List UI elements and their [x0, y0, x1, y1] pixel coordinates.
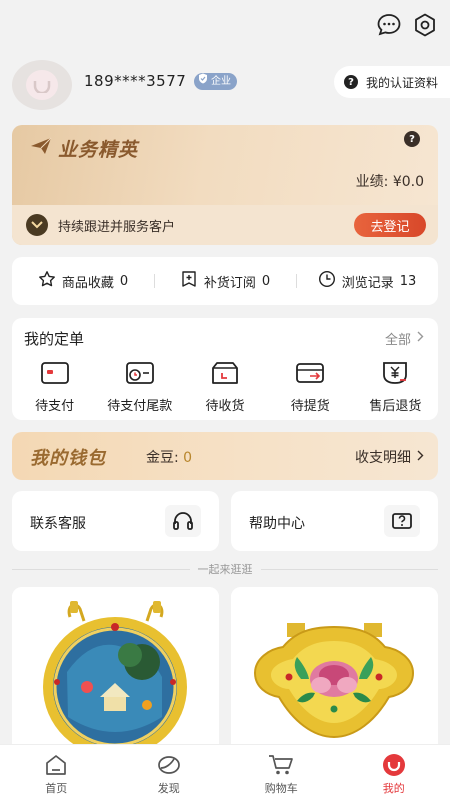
- shield-icon: [198, 73, 208, 90]
- tab-discover-label: 发现: [157, 782, 180, 795]
- section-divider: 一起来逛逛: [12, 561, 438, 577]
- tab-discover[interactable]: 发现: [113, 745, 226, 800]
- stats-card: 商品收藏 0 补货订阅 0 浏览记录 13: [12, 257, 438, 305]
- mine-icon: [381, 753, 407, 777]
- enterprise-badge-label: 企业: [211, 76, 231, 87]
- tab-mine[interactable]: 我的: [338, 745, 450, 800]
- stat-favorites-count: 0: [119, 273, 129, 289]
- order-pending-balance[interactable]: 待支付尾款: [97, 360, 182, 414]
- home-icon: [43, 753, 69, 777]
- chevron-right-icon: [417, 331, 424, 346]
- stat-restock-label: 补货订阅: [203, 275, 256, 291]
- elite-title: 业务精英: [30, 135, 138, 162]
- paper-plane-icon: [30, 137, 52, 160]
- tab-mine-label: 我的: [382, 782, 405, 795]
- order-after-sales[interactable]: 售后退货: [353, 360, 438, 414]
- stat-favorites-label: 商品收藏: [61, 275, 114, 291]
- stat-history[interactable]: 浏览记录 13: [296, 270, 438, 292]
- order-pending-receipt[interactable]: 待收货: [182, 360, 267, 414]
- order-pending-balance-label: 待支付尾款: [107, 399, 173, 414]
- performance: 业绩: ¥0.0: [356, 171, 424, 191]
- stat-history-count: 13: [399, 273, 417, 289]
- certification-button[interactable]: ? 我的认证资料: [333, 66, 450, 98]
- headset-icon: [165, 505, 201, 537]
- tab-home-label: 首页: [45, 782, 68, 795]
- pickup-card-icon: [295, 360, 325, 390]
- help-center-label: 帮助中心: [249, 516, 305, 532]
- orders-card: 我的定单 全部 待支付 待支付尾款 待收货 待提货 售后退货: [12, 318, 438, 420]
- elite-title-text: 业务精英: [58, 139, 139, 161]
- discover-icon: [156, 753, 182, 777]
- gold-beans-label: 金豆:: [146, 450, 184, 466]
- star-icon: [38, 270, 56, 292]
- transaction-detail-link[interactable]: 收支明细: [355, 447, 424, 467]
- divider-text: 一起来逛逛: [197, 563, 253, 576]
- stat-restock-count: 0: [261, 273, 271, 289]
- product-card-1[interactable]: [12, 587, 219, 757]
- order-pending-receipt-label: 待收货: [205, 399, 245, 414]
- help-question-icon: [384, 505, 420, 537]
- stat-favorites[interactable]: 商品收藏 0: [12, 270, 154, 292]
- gold-beans: 金豆: 0: [146, 447, 192, 467]
- question-icon: ?: [343, 75, 358, 89]
- order-after-sales-label: 售后退货: [369, 399, 422, 414]
- box-icon: [210, 360, 240, 390]
- order-pending-pickup-label: 待提货: [290, 399, 330, 414]
- orders-all-label: 全部: [384, 333, 411, 348]
- product-image-longevity-lock: [12, 587, 219, 757]
- contact-service-card[interactable]: 联系客服: [12, 491, 219, 551]
- gold-beans-value: 0: [183, 450, 193, 466]
- tab-cart[interactable]: 购物车: [225, 745, 338, 800]
- elite-help-icon[interactable]: ?: [404, 131, 420, 147]
- stat-history-label: 浏览记录: [341, 275, 394, 291]
- wallet-card-icon: [40, 360, 70, 390]
- avatar[interactable]: [12, 60, 72, 110]
- orders-title: 我的定单: [24, 330, 85, 348]
- elite-tip-text: 持续跟进并服务客户: [58, 219, 176, 235]
- performance-value: ¥0.0: [392, 174, 424, 190]
- order-pending-payment-label: 待支付: [35, 399, 75, 414]
- transaction-detail-label: 收支明细: [355, 450, 411, 466]
- chat-icon[interactable]: [376, 12, 402, 38]
- chevron-right-icon: [417, 449, 424, 465]
- order-pending-pickup[interactable]: 待提货: [268, 360, 353, 414]
- contact-service-label: 联系客服: [30, 516, 86, 532]
- settings-icon[interactable]: [412, 12, 438, 38]
- wallet-balance-icon: [125, 360, 155, 390]
- orders-all-link[interactable]: 全部: [385, 329, 424, 348]
- bottom-tab-bar: 首页 发现 购物车 我的: [0, 744, 450, 800]
- order-pending-payment[interactable]: 待支付: [12, 360, 97, 414]
- profile-row: 189****3577 企业 ? 我的认证资料: [0, 56, 450, 110]
- top-bar: [0, 0, 450, 52]
- tab-home[interactable]: 首页: [0, 745, 113, 800]
- phone-number: 189****3577: [84, 72, 187, 90]
- chevron-badge-icon: [26, 214, 48, 236]
- wallet-bar[interactable]: 我的钱包 金豆: 0 收支明细: [12, 432, 438, 480]
- enterprise-badge: 企业: [194, 73, 237, 90]
- product-card-2[interactable]: [231, 587, 438, 757]
- performance-label: 业绩:: [355, 174, 393, 190]
- business-elite-card: 业务精英 ? 业绩: ¥0.0 持续跟进并服务客户 去登记: [12, 125, 438, 245]
- stat-restock[interactable]: 补货订阅 0: [154, 270, 296, 292]
- bookmark-plus-icon: [180, 270, 198, 292]
- help-center-card[interactable]: 帮助中心: [231, 491, 438, 551]
- tab-cart-label: 购物车: [264, 782, 298, 795]
- refund-icon: [380, 360, 410, 390]
- cart-icon: [268, 753, 294, 777]
- register-button[interactable]: 去登记: [354, 213, 426, 237]
- wallet-title: 我的钱包: [30, 448, 106, 469]
- clock-icon: [318, 270, 336, 292]
- product-image-peony-lock: [231, 587, 438, 757]
- certification-label: 我的认证资料: [365, 75, 438, 90]
